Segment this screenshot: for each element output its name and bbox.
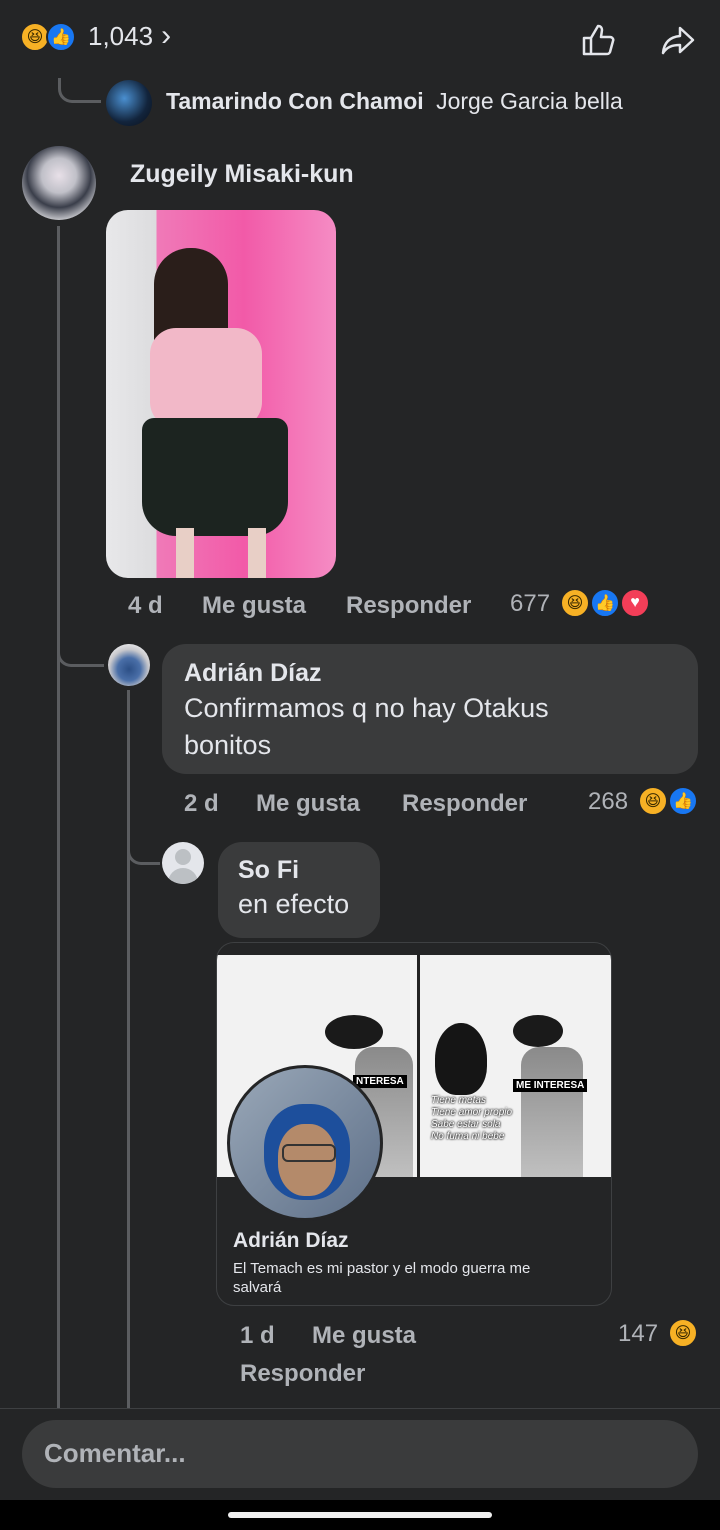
- comment-author[interactable]: So Fi: [238, 854, 360, 886]
- meme-list-item: No fuma ni bebe: [431, 1131, 505, 1142]
- reply-button[interactable]: Responder: [240, 1360, 365, 1388]
- comment-time[interactable]: 4 d: [128, 592, 163, 620]
- like-icon: 👍: [46, 22, 76, 52]
- reply-connector: [127, 836, 160, 865]
- shared-avatar: [227, 1065, 383, 1221]
- reaction-count[interactable]: 268: [588, 788, 628, 816]
- comment-text: en efecto: [238, 889, 350, 919]
- avatar[interactable]: [22, 146, 96, 220]
- avatar[interactable]: [108, 644, 150, 686]
- comment-photo[interactable]: [106, 210, 336, 578]
- comment-bubble[interactable]: So Fi en efecto: [218, 842, 380, 938]
- like-button[interactable]: Me gusta: [312, 1322, 416, 1350]
- comment-author[interactable]: Tamarindo Con Chamoi: [166, 88, 424, 114]
- composer-divider: [0, 1408, 720, 1409]
- meme-list-item: Tiene amor propio: [431, 1107, 513, 1118]
- haha-icon: 😆: [560, 588, 590, 618]
- top-reactions[interactable]: 😆 👍 1,043 ›: [20, 18, 171, 54]
- shared-text: El Temach es mi pastor y el modo guerra …: [233, 1260, 531, 1296]
- comment-text: bonitos: [184, 730, 272, 760]
- comment-text: Jorge Garcia bella: [436, 88, 623, 114]
- comment-input[interactable]: Comentar...: [22, 1420, 698, 1488]
- reaction-count: 1,043: [88, 20, 154, 51]
- home-indicator[interactable]: [228, 1512, 492, 1518]
- meme-label: ME INTERESA: [513, 1079, 588, 1092]
- reply-connector: [57, 640, 104, 667]
- default-avatar-icon[interactable]: [162, 842, 204, 884]
- meme-list-item: Tiene metas: [431, 1095, 486, 1106]
- chevron-right-icon: ›: [161, 19, 172, 52]
- shared-author: Adrián Díaz: [233, 1229, 349, 1252]
- thumbs-up-icon: [582, 24, 615, 56]
- comment-input-placeholder: Comentar...: [44, 1438, 186, 1468]
- meme-label: NTERESA: [353, 1075, 407, 1088]
- comment-author[interactable]: Adrián Díaz: [184, 658, 676, 688]
- reaction-count[interactable]: 677: [510, 590, 550, 618]
- comment-author[interactable]: Zugeily Misaki-kun: [130, 160, 354, 189]
- comment-time[interactable]: 2 d: [184, 790, 219, 818]
- haha-icon: 😆: [638, 786, 668, 816]
- reply-connector: [58, 78, 101, 103]
- reply-button[interactable]: Responder: [402, 790, 527, 818]
- comment-bubble[interactable]: Adrián Díaz Confirmamos q no hay Otakus …: [162, 644, 698, 774]
- like-icon: 👍: [590, 588, 620, 618]
- shared-comment-card[interactable]: NTERESA ME INTERESA Tiene metas Tiene am…: [216, 942, 612, 1306]
- meme-list-item: Sabe estar sola: [431, 1119, 501, 1130]
- like-button[interactable]: Me gusta: [256, 790, 360, 818]
- comment-text: Confirmamos q no hay Otakus: [184, 693, 549, 723]
- love-icon: ♥: [620, 588, 650, 618]
- comment-time[interactable]: 1 d: [240, 1322, 275, 1350]
- share-icon: [661, 26, 695, 55]
- like-post-button[interactable]: [578, 20, 618, 60]
- like-icon: 👍: [668, 786, 698, 816]
- share-button[interactable]: [658, 20, 698, 60]
- avatar[interactable]: [106, 80, 152, 126]
- thread-line: [127, 690, 130, 1408]
- haha-icon: 😆: [668, 1318, 698, 1348]
- reply-button[interactable]: Responder: [346, 592, 471, 620]
- thread-line: [57, 226, 60, 1408]
- reaction-count[interactable]: 147: [618, 1320, 658, 1348]
- like-button[interactable]: Me gusta: [202, 592, 306, 620]
